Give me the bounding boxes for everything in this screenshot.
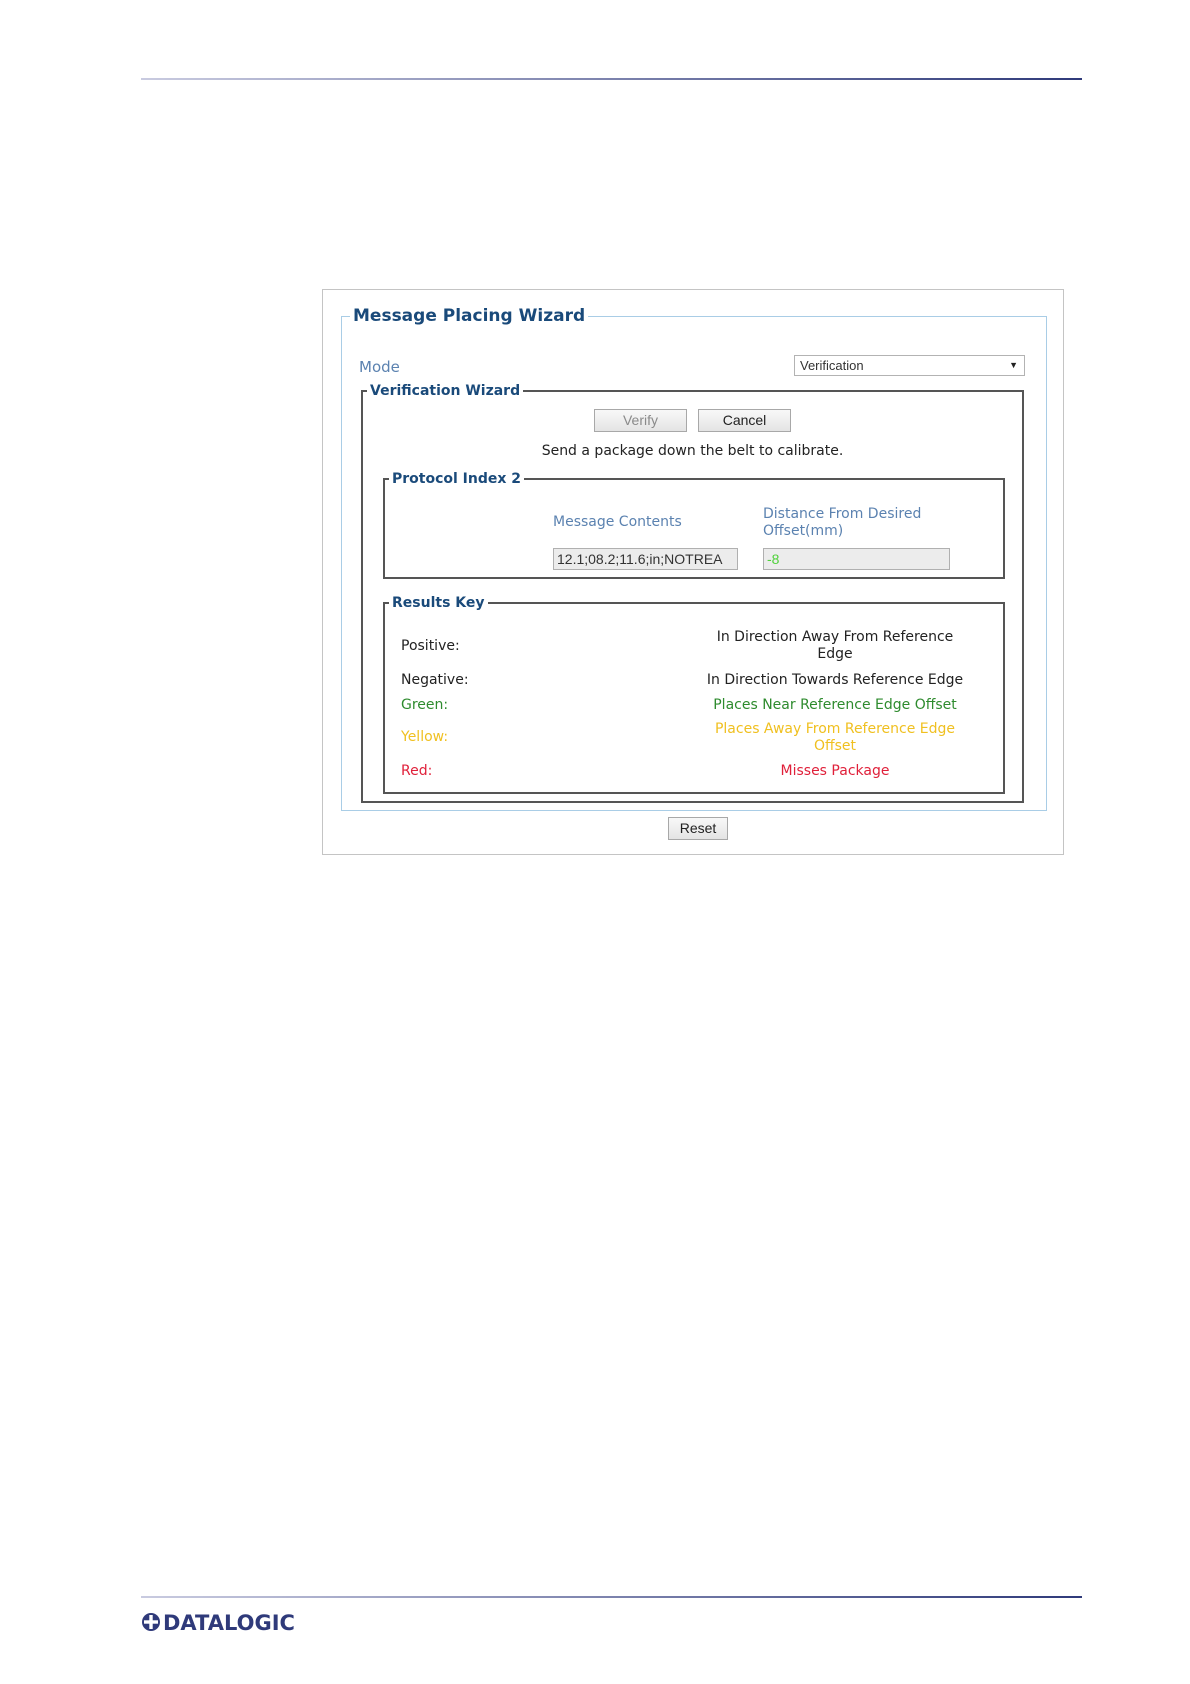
- results-key-description: Places Near Reference Edge Offset: [713, 697, 957, 713]
- results-key-title: Results Key: [392, 595, 485, 611]
- mode-select-value: Verification: [800, 358, 864, 373]
- results-key-description: In Direction Away From Reference Edge: [716, 629, 954, 662]
- message-placing-wizard-group: Message Placing Wizard Mode Verification…: [341, 306, 1047, 811]
- footer-rule: [141, 1596, 1082, 1598]
- datalogic-logo: DATALOGIC: [141, 1609, 306, 1635]
- message-placing-wizard-panel: Message Placing Wizard Mode Verification…: [322, 289, 1064, 855]
- results-key-label: Negative:: [401, 672, 469, 688]
- results-key-description: Misses Package: [780, 763, 890, 779]
- verification-wizard-group: Verification Wizard Verify Cancel Send a…: [361, 383, 1024, 803]
- instruction-text: Send a package down the belt to calibrat…: [541, 443, 844, 459]
- mode-select[interactable]: Verification ▼: [794, 355, 1025, 376]
- results-key-description: Places Away From Reference Edge Offset: [714, 721, 956, 754]
- header-rule: [141, 78, 1082, 80]
- mode-label: Mode: [359, 358, 400, 376]
- verify-button[interactable]: Verify: [594, 409, 687, 432]
- protocol-index-title: Protocol Index 2: [392, 471, 522, 487]
- cancel-button[interactable]: Cancel: [698, 409, 791, 432]
- logo-wordmark: DATALOGIC: [163, 1611, 295, 1635]
- results-key-group: Results Key Positive: In Direction Away …: [383, 595, 1005, 794]
- wizard-title: Message Placing Wizard: [353, 306, 586, 326]
- distance-offset-field: -8: [763, 548, 950, 570]
- results-key-description: In Direction Towards Reference Edge: [706, 672, 964, 688]
- verification-wizard-title: Verification Wizard: [370, 383, 521, 399]
- datalogic-logo-mark: DATALOGIC: [142, 1611, 295, 1635]
- message-contents-field: 12.1;08.2;11.6;in;NOTREA: [553, 548, 738, 570]
- results-key-label: Green:: [401, 697, 449, 713]
- message-contents-label: Message Contents: [553, 514, 682, 530]
- results-key-label: Yellow:: [401, 729, 449, 745]
- protocol-index-group: Protocol Index 2 Message Contents Distan…: [383, 471, 1005, 579]
- dropdown-arrow-icon: ▼: [1009, 360, 1018, 370]
- reset-button[interactable]: Reset: [668, 817, 728, 840]
- results-key-label: Positive:: [401, 638, 460, 654]
- distance-offset-label: Distance From Desired Offset(mm): [763, 506, 922, 539]
- results-key-label: Red:: [401, 763, 433, 779]
